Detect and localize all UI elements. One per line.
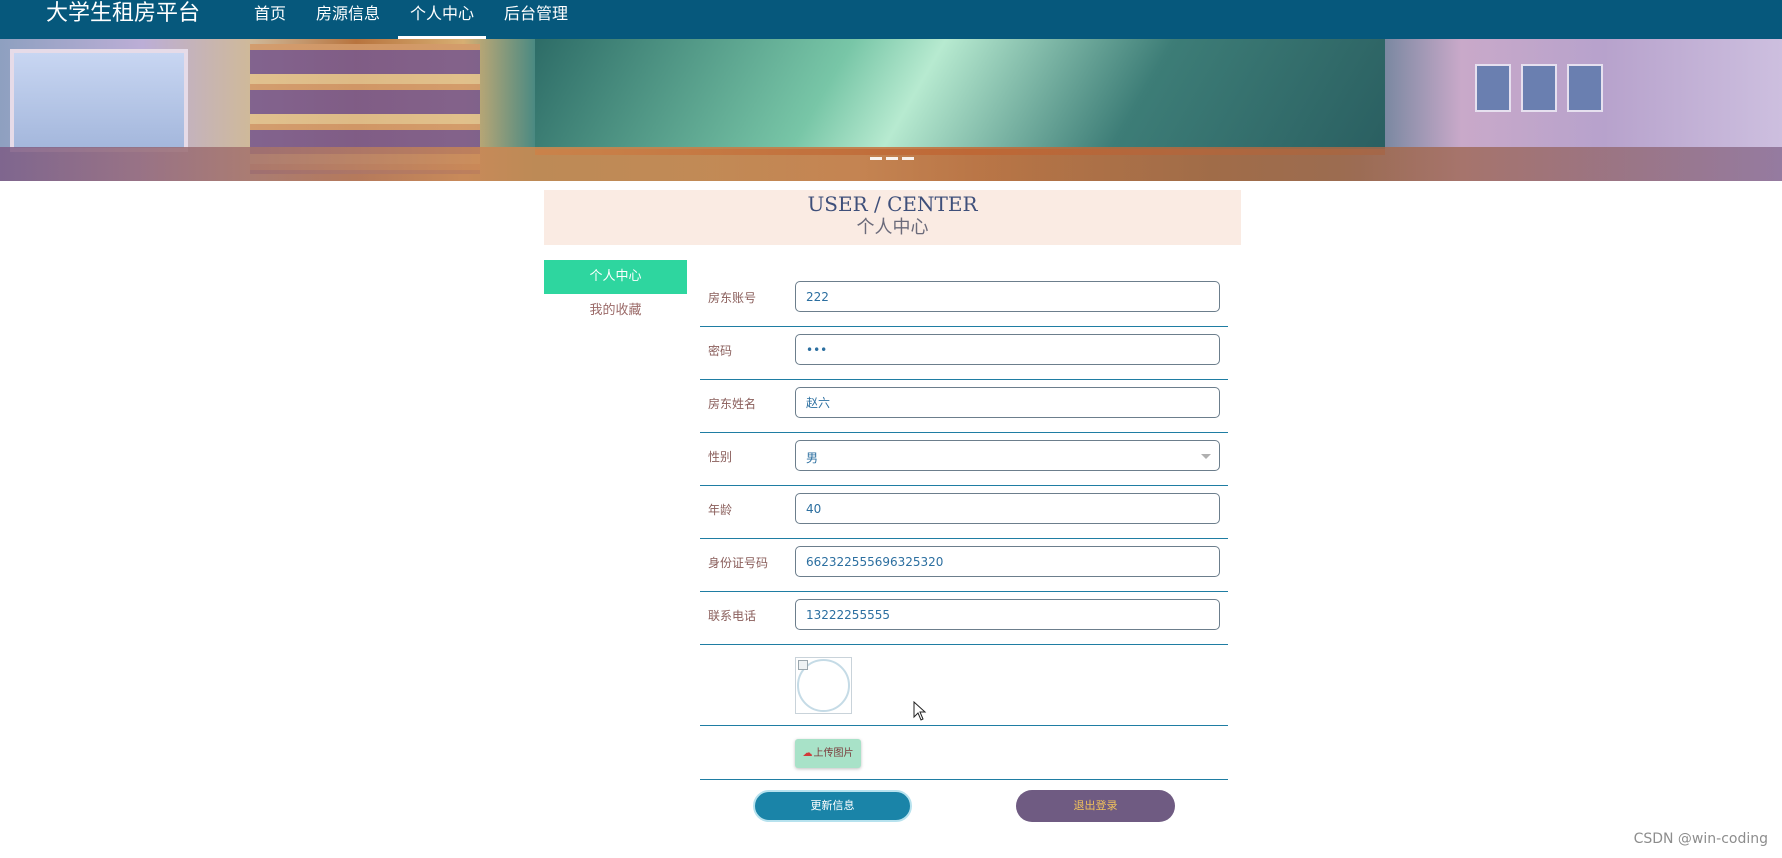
password-label: 密码 [708, 344, 733, 358]
cloud-upload-icon: ☁ [802, 748, 813, 759]
age-label: 年龄 [708, 503, 733, 517]
banner-chalkboard-art [535, 39, 1385, 155]
form-row-avatar [700, 645, 1228, 726]
page-title-cn: 个人中心 [856, 217, 929, 238]
site-brand[interactable]: 大学生租房平台 [46, 0, 200, 27]
form-row-password: 密码 [700, 327, 1228, 380]
form-row-id-number: 身份证号码 [700, 539, 1228, 592]
banner-window-art [10, 49, 188, 152]
page-title-box: USER / CENTER 个人中心 [544, 190, 1241, 245]
broken-image-icon [798, 660, 808, 670]
upload-button-label: 上传图片 [813, 748, 854, 759]
gender-select[interactable]: 男 [795, 440, 1220, 471]
password-input[interactable] [795, 334, 1220, 365]
nav-link-user-center[interactable]: 个人中心 [398, 0, 487, 39]
form-row-gender: 性别 男 [700, 433, 1228, 486]
sidebar-item-favorites[interactable]: 我的收藏 [544, 294, 687, 328]
form-row-name: 房东姓名 [700, 380, 1228, 433]
account-label: 房东账号 [708, 291, 757, 305]
page-title-en: USER / CENTER [807, 192, 978, 216]
nav-link-listings[interactable]: 房源信息 [304, 0, 392, 39]
gender-select-value: 男 [806, 451, 819, 465]
sidebar: 个人中心 我的收藏 [544, 260, 687, 328]
form-row-age: 年龄 [700, 486, 1228, 539]
nav-links: 首页 房源信息 个人中心 后台管理 [242, 0, 586, 39]
banner-floor-art [0, 147, 1782, 181]
logout-button[interactable]: 退出登录 [1016, 790, 1175, 822]
form-row-phone: 联系电话 [700, 592, 1228, 645]
hero-banner [0, 39, 1782, 181]
profile-form: 房东账号 密码 房东姓名 性别 男 年龄 身份证号码 联系电话 ☁上传图片 [700, 274, 1228, 780]
sidebar-item-user-center[interactable]: 个人中心 [544, 260, 687, 294]
carousel-indicators[interactable] [870, 157, 914, 160]
form-row-upload: ☁上传图片 [700, 726, 1228, 780]
banner-posters-art [1475, 64, 1603, 112]
name-label: 房东姓名 [708, 397, 757, 411]
update-info-button[interactable]: 更新信息 [753, 790, 912, 822]
nav-link-admin[interactable]: 后台管理 [492, 0, 580, 39]
nav-link-home[interactable]: 首页 [242, 0, 298, 39]
phone-input[interactable] [795, 599, 1220, 630]
avatar-image [795, 657, 852, 714]
phone-label: 联系电话 [708, 609, 757, 623]
chevron-down-icon [1201, 454, 1211, 459]
top-nav: 大学生租房平台 首页 房源信息 个人中心 后台管理 [0, 0, 1782, 39]
name-input[interactable] [795, 387, 1220, 418]
watermark: CSDN @win-coding [1633, 831, 1768, 847]
form-row-account: 房东账号 [700, 274, 1228, 327]
id-number-input[interactable] [795, 546, 1220, 577]
id-number-label: 身份证号码 [708, 556, 769, 570]
age-input[interactable] [795, 493, 1220, 524]
account-input[interactable] [795, 281, 1220, 312]
gender-label: 性别 [708, 450, 733, 464]
upload-image-button[interactable]: ☁上传图片 [795, 739, 861, 768]
